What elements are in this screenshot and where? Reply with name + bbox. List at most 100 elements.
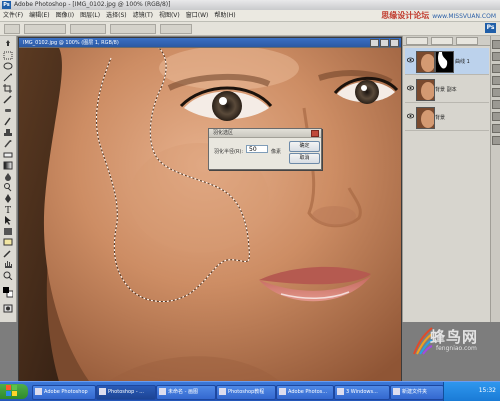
layer-thumbnail: [416, 79, 435, 101]
style-dropdown[interactable]: [110, 24, 156, 34]
pen-tool-icon[interactable]: [3, 194, 13, 203]
history-icon[interactable]: [492, 112, 500, 121]
refine-edge-button[interactable]: [160, 24, 192, 34]
brush-tool-icon[interactable]: [3, 117, 13, 126]
feather-radius-unit: 像素: [271, 149, 282, 155]
navigator-icon[interactable]: [492, 40, 500, 49]
taskbar-item[interactable]: Adobe Photos...: [276, 385, 334, 400]
blur-tool-icon[interactable]: [3, 172, 13, 181]
dialog-title-bar: 羽化选区: [209, 129, 321, 138]
minimize-button[interactable]: [370, 39, 379, 47]
type-tool-icon[interactable]: T: [3, 205, 13, 214]
taskbar-item-active[interactable]: Photoshop - ...: [96, 385, 156, 400]
feather-dialog: 羽化选区 羽化半径(R): 50 像素 确定 取消: [208, 128, 322, 170]
healing-brush-icon[interactable]: [3, 106, 13, 115]
menu-view[interactable]: 视图(V): [156, 10, 183, 21]
svg-text:T: T: [5, 206, 11, 214]
actions-icon[interactable]: [492, 124, 500, 133]
menu-select[interactable]: 选择(S): [103, 10, 130, 21]
ok-button[interactable]: 确定: [289, 141, 320, 152]
layer-name: 曲线 1: [455, 59, 470, 65]
eraser-tool-icon[interactable]: [3, 150, 13, 159]
dodge-tool-icon[interactable]: [3, 183, 13, 192]
feather-radius-label: 羽化半径(R):: [214, 149, 244, 155]
quick-mask-icon[interactable]: [3, 304, 13, 313]
menu-file[interactable]: 文件(F): [0, 10, 26, 21]
feather-radius-input[interactable]: 50: [246, 145, 268, 153]
watermark-bottom: 蜂鸟网 fengniao.com: [412, 322, 500, 380]
layer-row[interactable]: 曲线 1: [405, 48, 489, 75]
close-button[interactable]: [390, 39, 399, 47]
crop-tool-icon[interactable]: [3, 84, 13, 93]
styles-icon[interactable]: [492, 100, 500, 109]
toolbox: T: [0, 36, 17, 322]
info-icon[interactable]: [492, 64, 500, 73]
taskbar-item-label: 新建文件夹: [402, 389, 428, 395]
dialog-close-icon[interactable]: [311, 130, 319, 137]
taskbar-item-label: Photoshop - ...: [108, 389, 145, 395]
eye-icon[interactable]: [407, 113, 414, 119]
eye-icon[interactable]: [407, 57, 414, 63]
taskbar-item-label: 未命名 - 画图: [168, 389, 198, 395]
menu-help[interactable]: 帮助(H): [211, 10, 238, 21]
swatches-icon[interactable]: [492, 88, 500, 97]
tab-layers[interactable]: [406, 37, 428, 45]
tab-paths[interactable]: [456, 37, 478, 45]
maximize-button[interactable]: [380, 39, 389, 47]
tab-channels[interactable]: [431, 37, 453, 45]
taskbar-item[interactable]: Photoshop教程: [216, 385, 276, 400]
path-selection-icon[interactable]: [3, 216, 13, 225]
color-swatches-icon[interactable]: [3, 286, 13, 300]
layer-row[interactable]: 背景: [405, 104, 489, 131]
photoshop-app-icon: Ps: [2, 1, 11, 9]
lasso-tool-icon[interactable]: [3, 62, 13, 71]
taskbar-item[interactable]: 新建文件夹: [390, 385, 444, 400]
watermark-bottom-url: fengniao.com: [436, 345, 477, 352]
hand-tool-icon[interactable]: [3, 260, 13, 269]
histogram-icon[interactable]: [492, 52, 500, 61]
taskbar-item[interactable]: 未命名 - 画图: [156, 385, 216, 400]
watermark-top: 思缘设计论坛 www.MISSVUAN.COM: [381, 10, 496, 22]
menu-filter[interactable]: 滤镜(T): [130, 10, 156, 21]
brushes-icon[interactable]: [492, 136, 500, 145]
app-icon: [393, 388, 400, 395]
image-canvas[interactable]: [19, 48, 401, 381]
gradient-tool-icon[interactable]: [3, 161, 13, 170]
taskbar-item[interactable]: 3 Windows...: [334, 385, 390, 400]
slice-tool-icon[interactable]: [3, 95, 13, 104]
cancel-button[interactable]: 取消: [289, 153, 320, 164]
app-icon: [219, 388, 226, 395]
history-brush-icon[interactable]: [3, 139, 13, 148]
menu-image[interactable]: 图像(I): [53, 10, 77, 21]
eye-icon[interactable]: [407, 85, 414, 91]
eyedropper-icon[interactable]: [3, 249, 13, 258]
shape-tool-icon[interactable]: [3, 227, 13, 236]
move-tool-icon[interactable]: [3, 40, 13, 49]
layer-row[interactable]: 背景 副本: [405, 76, 489, 103]
menu-layer[interactable]: 图层(L): [77, 10, 103, 21]
app-icon: [337, 388, 344, 395]
color-icon[interactable]: [492, 76, 500, 85]
clock[interactable]: 15:32: [479, 387, 496, 394]
document-window: IMG_0102.jpg @ 100% (图层 1, RGB/8): [18, 37, 402, 382]
notes-tool-icon[interactable]: [3, 238, 13, 247]
marquee-tool-icon[interactable]: [3, 51, 13, 60]
watermark-top-url: www.MISSVUAN.COM: [432, 13, 496, 20]
feather-field[interactable]: [70, 24, 106, 34]
document-title-bar: IMG_0102.jpg @ 100% (图层 1, RGB/8): [19, 38, 401, 47]
magic-wand-icon[interactable]: [3, 73, 13, 82]
selection-mode-buttons[interactable]: [24, 24, 66, 34]
taskbar-item-label: 3 Windows...: [346, 389, 378, 395]
clone-stamp-icon[interactable]: [3, 128, 13, 137]
zoom-tool-icon[interactable]: [3, 271, 13, 280]
tool-preset-picker[interactable]: [4, 24, 20, 34]
photoshop-badge-icon: Ps: [485, 23, 496, 33]
menu-window[interactable]: 窗口(W): [183, 10, 212, 21]
layer-mask-thumbnail[interactable]: [435, 51, 454, 73]
taskbar-item[interactable]: Adobe Photoshop: [32, 385, 96, 400]
windows-logo-icon: [6, 385, 11, 390]
menu-edit[interactable]: 编辑(E): [26, 10, 52, 21]
layers-panel: 曲线 1 背景 副本 背景: [402, 36, 491, 322]
start-button[interactable]: [0, 384, 28, 399]
menu-bar: 文件(F) 编辑(E) 图像(I) 图层(L) 选择(S) 滤镜(T) 视图(V) 窗口(W)…: [0, 10, 500, 22]
